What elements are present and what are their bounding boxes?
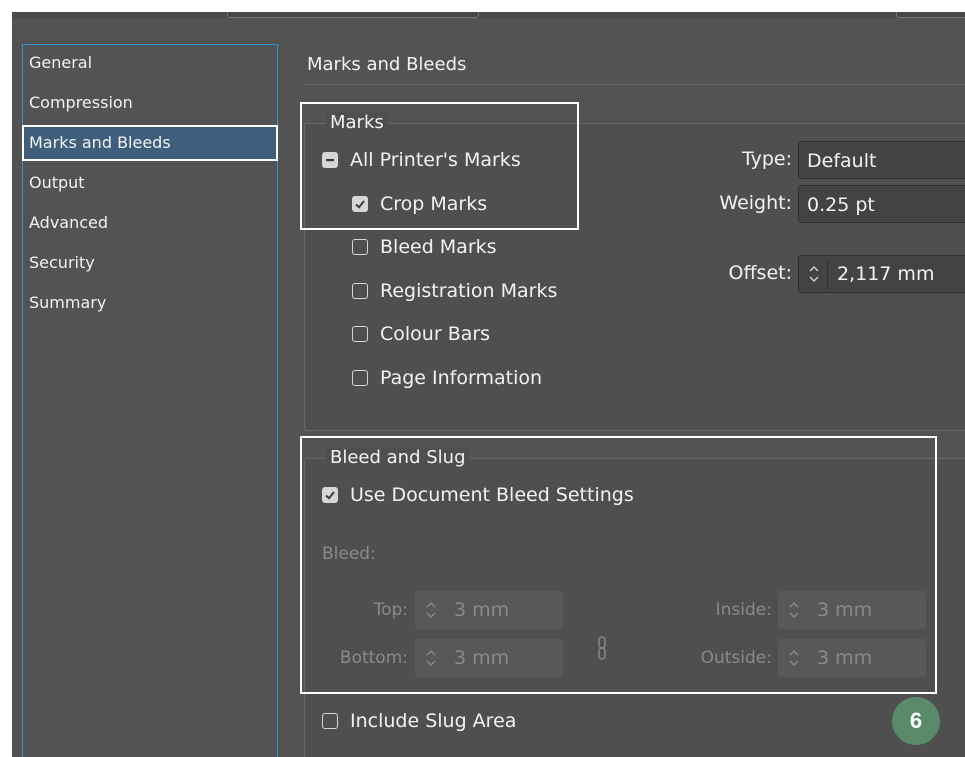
sidebar-item-advanced[interactable]: Advanced: [23, 205, 277, 241]
category-list: General Compression Marks and Bleeds Out…: [22, 44, 278, 757]
registration-marks-label: Registration Marks: [380, 280, 558, 302]
page-information-label: Page Information: [380, 367, 543, 389]
bottom-bleed-value: 3 mm: [454, 647, 510, 669]
top-label: Top:: [373, 600, 408, 620]
bleed-label: Bleed:: [322, 544, 376, 564]
checkmark-icon: [322, 487, 338, 503]
weight-value: 0.25 pt: [807, 194, 875, 216]
crop-marks-checkbox[interactable]: Crop Marks: [352, 192, 487, 216]
bleed-marks-checkbox[interactable]: Bleed Marks: [352, 235, 497, 259]
page-information-checkbox[interactable]: Page Information: [352, 366, 542, 390]
top-bleed-value: 3 mm: [454, 599, 510, 621]
sidebar-item-compression[interactable]: Compression: [23, 85, 277, 121]
checkmark-icon: [352, 196, 368, 212]
type-dropdown[interactable]: Default ⌄: [798, 141, 965, 179]
bleed-and-slug-legend: Bleed and Slug: [326, 447, 470, 468]
sidebar-item-general[interactable]: General: [23, 45, 277, 81]
sidebar-item-marks-and-bleeds[interactable]: Marks and Bleeds: [22, 125, 278, 161]
outside-label: Outside:: [700, 648, 772, 668]
weight-dropdown[interactable]: 0.25 pt ⌄: [798, 185, 965, 223]
inside-bleed-stepper[interactable]: 3 mm: [778, 591, 926, 629]
unchecked-box-icon: [352, 370, 368, 386]
bleed-marks-label: Bleed Marks: [380, 236, 497, 258]
sidebar-item-summary[interactable]: Summary: [23, 285, 277, 321]
colour-bars-checkbox[interactable]: Colour Bars: [352, 322, 490, 346]
export-pdf-dialog: General Compression Marks and Bleeds Out…: [12, 12, 965, 757]
offset-label: Offset:: [728, 262, 793, 284]
title-divider: [304, 84, 965, 85]
registration-marks-checkbox[interactable]: Registration Marks: [352, 279, 557, 303]
top-field-partial[interactable]: [896, 12, 965, 18]
include-slug-area-label: Include Slug Area: [350, 710, 517, 732]
unchecked-box-icon: [352, 239, 368, 255]
outside-bleed-stepper[interactable]: 3 mm: [778, 639, 926, 677]
colour-bars-label: Colour Bars: [380, 323, 491, 345]
weight-label: Weight:: [719, 192, 792, 214]
unchecked-box-icon: [322, 713, 338, 729]
unchecked-box-icon: [352, 283, 368, 299]
top-toolbar-strip: [12, 12, 965, 18]
use-document-bleed-checkbox[interactable]: Use Document Bleed Settings: [322, 483, 634, 507]
sidebar-item-security[interactable]: Security: [23, 245, 277, 281]
page-title: Marks and Bleeds: [307, 54, 467, 75]
inside-label: Inside:: [715, 600, 772, 620]
outside-bleed-value: 3 mm: [817, 647, 873, 669]
top-bleed-stepper[interactable]: 3 mm: [415, 591, 563, 629]
all-printers-marks-label: All Printer's Marks: [350, 149, 521, 171]
use-document-bleed-label: Use Document Bleed Settings: [350, 484, 634, 506]
all-printers-marks-checkbox[interactable]: All Printer's Marks: [322, 148, 521, 172]
unchecked-box-icon: [352, 326, 368, 342]
offset-stepper[interactable]: 2,117 mm: [798, 255, 965, 293]
crop-marks-label: Crop Marks: [380, 193, 488, 215]
type-label: Type:: [741, 148, 792, 170]
chain-link-icon[interactable]: [590, 634, 614, 664]
stepper-arrows-icon: [418, 643, 445, 673]
step-badge: 6: [892, 697, 940, 745]
include-slug-area-checkbox[interactable]: Include Slug Area: [322, 709, 516, 733]
offset-value: 2,117 mm: [837, 263, 935, 285]
bottom-bleed-stepper[interactable]: 3 mm: [415, 639, 563, 677]
stepper-arrows-icon: [418, 595, 445, 625]
top-dropdown-partial[interactable]: [227, 12, 479, 18]
stepper-arrows-icon: [781, 595, 808, 625]
type-value: Default: [807, 150, 877, 172]
bottom-label: Bottom:: [339, 648, 408, 668]
mixed-state-icon: [322, 152, 338, 168]
inside-bleed-value: 3 mm: [817, 599, 873, 621]
stepper-arrows-icon: [781, 643, 808, 673]
marks-legend: Marks: [326, 112, 388, 133]
sidebar-item-output[interactable]: Output: [23, 165, 277, 201]
stepper-arrows-icon[interactable]: [801, 259, 828, 289]
